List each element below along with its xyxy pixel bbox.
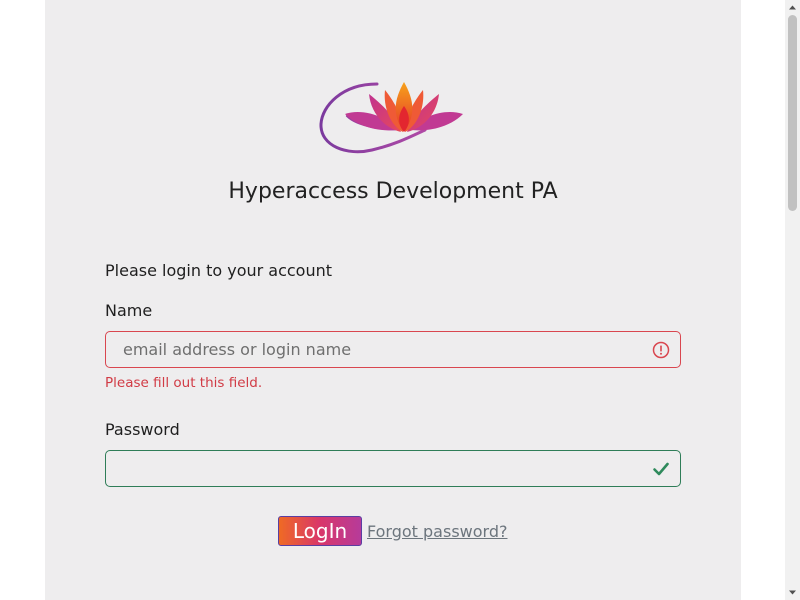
name-field-wrapper	[105, 331, 681, 368]
scroll-up-arrow-icon[interactable]	[788, 3, 797, 12]
vertical-scrollbar[interactable]	[785, 0, 800, 600]
scroll-down-arrow-icon[interactable]	[788, 588, 797, 597]
password-field-wrapper	[105, 450, 681, 487]
lotus-logo-icon	[319, 82, 463, 154]
name-input[interactable]	[106, 332, 680, 367]
password-label: Password	[105, 420, 180, 439]
name-label: Name	[105, 301, 153, 320]
name-error-message: Please fill out this field.	[105, 375, 263, 391]
forgot-password-link[interactable]: Forgot password?	[367, 522, 507, 541]
scrollbar-thumb[interactable]	[788, 15, 797, 211]
login-button[interactable]: LogIn	[278, 516, 362, 546]
form-actions: LogIn Forgot password?	[278, 516, 507, 546]
exclamation-circle-icon	[652, 341, 670, 359]
login-prompt: Please login to your account	[105, 261, 333, 280]
page: Hyperaccess Development PA Please login …	[0, 0, 800, 600]
login-panel: Hyperaccess Development PA Please login …	[45, 0, 741, 600]
check-icon	[653, 462, 669, 476]
password-input[interactable]	[106, 451, 680, 486]
site-title: Hyperaccess Development PA	[228, 179, 558, 204]
